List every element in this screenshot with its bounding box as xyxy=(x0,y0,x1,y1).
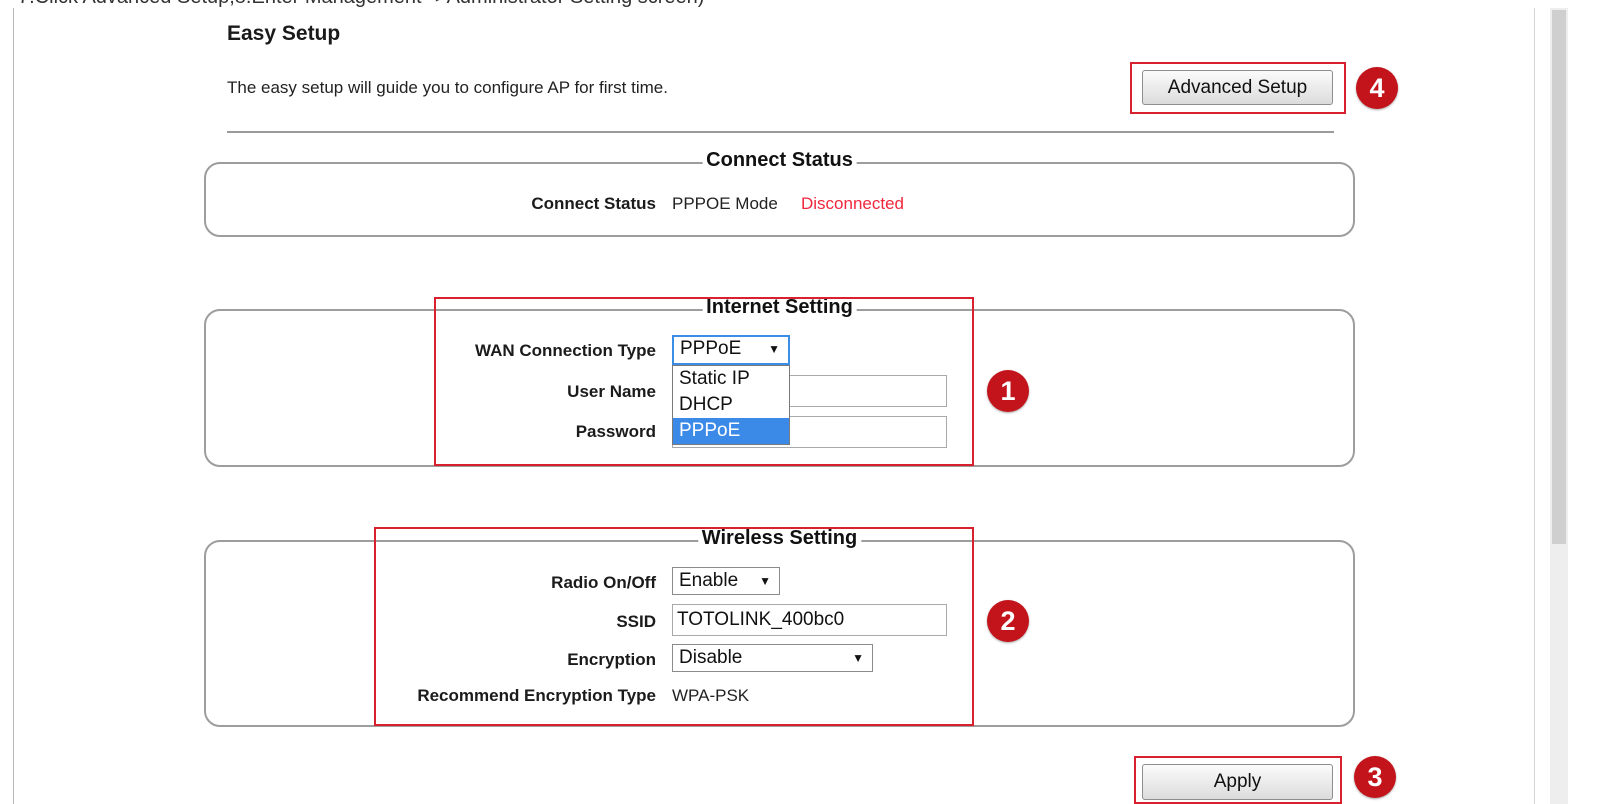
header-divider xyxy=(227,131,1334,133)
connect-status-label: Connect Status xyxy=(531,194,656,213)
connect-state-value: Disconnected xyxy=(801,194,905,213)
highlight-box-apply xyxy=(1134,756,1342,804)
callout-badge-3: 3 xyxy=(1354,756,1396,798)
page-border-right xyxy=(1534,8,1535,804)
highlight-box-advanced xyxy=(1130,62,1346,114)
highlight-box-internet xyxy=(434,297,974,466)
callout-badge-1: 1 xyxy=(987,370,1029,412)
connect-status-panel: Connect Status xyxy=(204,149,1355,237)
highlight-box-wireless xyxy=(374,527,974,726)
page-title: Easy Setup xyxy=(227,22,341,45)
page-border-left xyxy=(13,8,14,804)
intro-text: The easy setup will guide you to configu… xyxy=(227,78,668,97)
connect-mode-value: PPPOE Mode xyxy=(672,194,778,213)
connect-status-legend: Connect Status xyxy=(702,149,857,172)
instruction-caption: 7.Click Advanced Setup,8.Enter Managemen… xyxy=(18,0,704,9)
callout-badge-2: 2 xyxy=(987,600,1029,642)
callout-badge-4: 4 xyxy=(1356,67,1398,109)
scrollbar-thumb[interactable] xyxy=(1552,10,1566,544)
